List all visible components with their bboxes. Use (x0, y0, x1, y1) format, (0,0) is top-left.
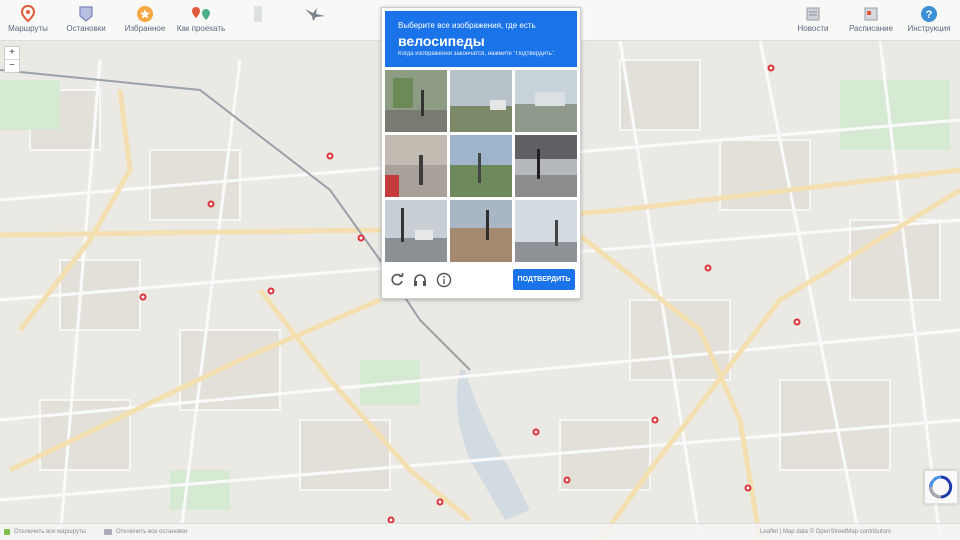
audio-headphones-icon[interactable] (412, 272, 428, 288)
disable-stops-link[interactable]: Отключить все остановки (116, 529, 187, 535)
captcha-tile[interactable] (385, 200, 447, 262)
recaptcha-challenge: Выберите все изображения, где есть велос… (381, 7, 581, 299)
favorites-star-icon (136, 4, 154, 24)
toolbar-schedule-label: Расписание (848, 24, 894, 33)
captcha-header: Выберите все изображения, где есть велос… (385, 11, 577, 67)
toolbar-routes[interactable]: Маршруты (6, 4, 50, 38)
captcha-tile[interactable] (450, 200, 512, 262)
news-icon (805, 4, 821, 24)
captcha-image-grid (385, 70, 577, 262)
disable-routes-link[interactable]: Отключить все маршруты (14, 529, 86, 535)
toolbar-directions-label: Как проехать (176, 24, 226, 33)
captcha-tile[interactable] (515, 135, 577, 197)
captcha-target-object: велосипеды (398, 33, 485, 49)
toolbar-favorites[interactable]: Избранное (122, 4, 168, 38)
toolbar-stops[interactable]: Остановки (62, 4, 110, 38)
directions-pins-icon (190, 4, 212, 24)
toolbar-logo (300, 4, 330, 38)
help-icon: ? (920, 4, 938, 24)
toolbar-news[interactable]: Новости (794, 4, 832, 38)
svg-text:?: ? (926, 9, 933, 21)
captcha-tile[interactable] (515, 200, 577, 262)
verify-button[interactable]: ПОДТВЕРДИТЬ (513, 269, 575, 290)
stops-toggle-icon[interactable] (104, 529, 112, 535)
routes-toggle-icon[interactable] (4, 529, 10, 535)
captcha-tile[interactable] (450, 135, 512, 197)
captcha-tile[interactable] (385, 70, 447, 132)
recaptcha-logo-icon (929, 475, 953, 499)
bottom-bar: Отключить все маршруты Отключить все ост… (0, 523, 960, 540)
zoom-in-button[interactable]: + (5, 47, 19, 59)
map-attribution: Leaflet | Map data © OpenStreetMap contr… (760, 529, 892, 535)
toolbar-help[interactable]: ? Инструкция (904, 4, 954, 38)
zoom-control: + − (4, 46, 20, 73)
toolbar-phone[interactable] (246, 4, 270, 38)
toolbar-favorites-label: Избранное (124, 24, 166, 33)
captcha-tile[interactable] (515, 70, 577, 132)
toolbar-news-label: Новости (797, 24, 829, 33)
toolbar-stops-label: Остановки (66, 24, 106, 33)
stop-shield-icon (78, 4, 94, 24)
toolbar-routes-label: Маршруты (8, 24, 48, 33)
toolbar-help-label: Инструкция (907, 24, 951, 33)
zoom-out-button[interactable]: − (5, 59, 19, 72)
toolbar-directions[interactable]: Как проехать (176, 4, 226, 38)
captcha-tile[interactable] (450, 70, 512, 132)
schedule-icon (863, 4, 879, 24)
info-icon[interactable] (436, 272, 452, 288)
phone-icon (253, 4, 263, 24)
captcha-tile[interactable] (385, 135, 447, 197)
captcha-instruction: Выберите все изображения, где есть (398, 21, 536, 30)
toolbar-schedule[interactable]: Расписание (844, 4, 898, 38)
captcha-footer: ПОДТВЕРДИТЬ (385, 266, 577, 294)
reload-icon[interactable] (389, 272, 405, 288)
recaptcha-badge[interactable] (924, 470, 958, 504)
route-pin-icon (20, 4, 36, 24)
bird-logo-icon (304, 4, 326, 24)
captcha-hint: Когда изображения закончатся, нажмите "П… (398, 51, 556, 57)
